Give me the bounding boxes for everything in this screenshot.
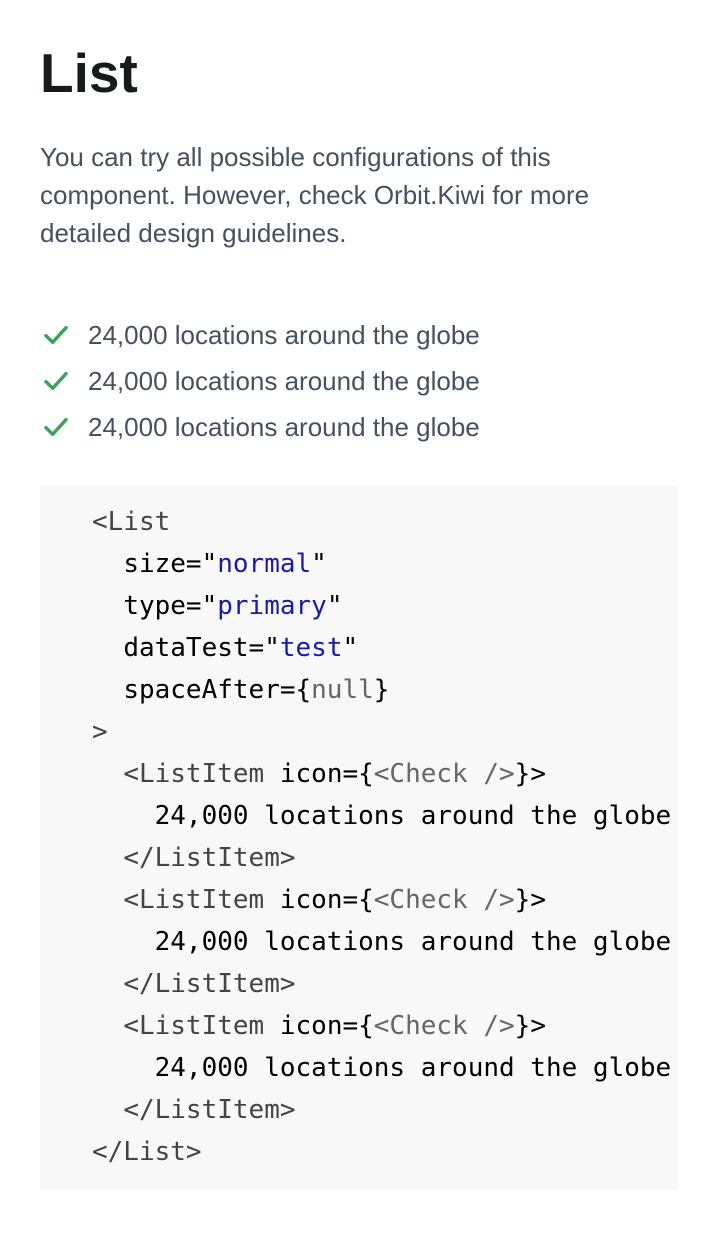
code-content: <List size="normal" type="primary" dataT…: [92, 501, 671, 1173]
code-line: 24,000 locations around the globe: [154, 927, 672, 957]
code-line: size="normal": [123, 549, 327, 579]
code-line: </ListItem>: [123, 1095, 296, 1125]
code-line: >: [92, 717, 108, 747]
check-icon: [44, 417, 68, 437]
code-line: spaceAfter={null}: [123, 675, 390, 705]
list-item-label: 24,000 locations around the globe: [88, 319, 480, 350]
code-line: </List>: [92, 1137, 202, 1167]
list-item-label: 24,000 locations around the globe: [88, 411, 480, 442]
intro-text: You can try all possible configurations …: [40, 142, 590, 248]
list-item: 24,000 locations around the globe: [40, 404, 480, 450]
code-line: 24,000 locations around the globe: [154, 1053, 672, 1083]
code-line: </ListItem>: [123, 969, 296, 999]
list: 24,000 locations around the globe 24,000…: [40, 312, 480, 450]
code-line: dataTest="test": [123, 633, 359, 663]
code-line: <ListItem icon={<Check />}>: [123, 759, 546, 789]
code-line: type="primary": [123, 591, 343, 621]
check-icon: [44, 371, 68, 391]
code-line: <List: [92, 507, 171, 537]
code-line: <ListItem icon={<Check />}>: [123, 885, 546, 915]
page-title: List: [40, 42, 138, 104]
code-line: 24,000 locations around the globe: [154, 801, 672, 831]
code-example[interactable]: <List size="normal" type="primary" dataT…: [40, 486, 678, 1190]
check-icon: [44, 325, 68, 345]
list-item: 24,000 locations around the globe: [40, 312, 480, 358]
list-item: 24,000 locations around the globe: [40, 358, 480, 404]
code-line: </ListItem>: [123, 843, 296, 873]
list-item-label: 24,000 locations around the globe: [88, 365, 480, 396]
code-line: <ListItem icon={<Check />}>: [123, 1011, 546, 1041]
